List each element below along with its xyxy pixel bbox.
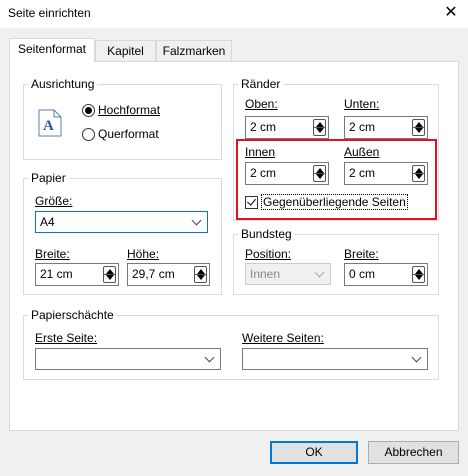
margin-bottom-value: 2 cm — [349, 120, 376, 134]
chevron-down-icon — [314, 267, 325, 278]
margin-bottom-label: Unten: — [344, 97, 380, 111]
margin-outer-label: Außen — [344, 145, 380, 159]
gutter-width-spinner[interactable]: 0 cm — [344, 263, 428, 286]
spin-arrows-icon[interactable] — [412, 165, 425, 182]
orientation-legend: Ausrichtung — [28, 77, 98, 91]
margin-inner-spinner[interactable]: 2 cm — [245, 162, 329, 185]
tab-falzmarken[interactable]: Falzmarken — [156, 40, 232, 62]
chevron-down-icon — [411, 352, 422, 363]
landscape-label[interactable]: Querformat — [98, 127, 159, 141]
margin-bottom-spinner[interactable]: 2 cm — [344, 116, 428, 139]
gutter-width-value: 0 cm — [349, 267, 376, 281]
orientation-portrait-icon: A — [38, 109, 62, 137]
portrait-radio[interactable] — [82, 104, 95, 117]
checkmark-icon — [247, 196, 256, 206]
landscape-radio[interactable] — [82, 128, 95, 141]
tab-seitenformat[interactable]: Seitenformat — [9, 38, 95, 62]
paper-size-label: Größe: — [35, 194, 73, 208]
paper-legend: Papier — [28, 171, 69, 185]
margin-inner-value: 2 cm — [250, 166, 277, 180]
gutter-legend: Bundsteg — [238, 227, 295, 241]
spin-arrows-icon[interactable] — [412, 266, 425, 283]
other-pages-tray-label: Weitere Seiten: — [242, 331, 324, 345]
paper-width-label: Breite: — [35, 247, 70, 261]
trays-legend: Papierschächte — [28, 308, 117, 322]
chevron-down-icon — [204, 352, 215, 363]
margin-inner-label: Innen — [245, 145, 276, 159]
margin-top-value: 2 cm — [250, 120, 277, 134]
margin-outer-spinner[interactable]: 2 cm — [344, 162, 428, 185]
gutter-position-label: Position: — [245, 247, 292, 261]
close-icon[interactable]: ✕ — [440, 3, 462, 23]
first-page-tray-label: Erste Seite: — [35, 331, 98, 345]
facing-pages-label[interactable]: Gegenüberliegende Seiten — [261, 194, 408, 210]
spin-arrows-icon[interactable] — [412, 119, 425, 136]
other-pages-tray-select[interactable] — [242, 348, 428, 370]
margin-outer-value: 2 cm — [349, 166, 376, 180]
margins-legend: Ränder — [238, 77, 284, 91]
svg-text:A: A — [43, 118, 54, 134]
paper-width-value: 21 cm — [40, 267, 73, 281]
paper-height-spinner[interactable]: 29,7 cm — [127, 263, 210, 286]
spin-arrows-icon[interactable] — [103, 266, 116, 283]
window-title: Seite einrichten — [8, 6, 91, 20]
margin-top-spinner[interactable]: 2 cm — [245, 116, 329, 139]
cancel-button[interactable]: Abbrechen — [368, 441, 459, 464]
margin-top-label: Oben: — [245, 97, 278, 111]
facing-pages-checkbox[interactable] — [245, 196, 258, 209]
chevron-down-icon — [191, 215, 202, 226]
paper-height-value: 29,7 cm — [132, 267, 175, 281]
portrait-label[interactable]: Hochformat — [98, 103, 160, 117]
spin-arrows-icon[interactable] — [313, 165, 326, 182]
spin-arrows-icon[interactable] — [194, 266, 207, 283]
tab-kapitel[interactable]: Kapitel — [95, 40, 156, 62]
gutter-position-select: Innen — [245, 263, 331, 285]
paper-size-select[interactable]: A4 — [35, 211, 208, 233]
spin-arrows-icon[interactable] — [313, 119, 326, 136]
paper-size-value: A4 — [40, 215, 55, 229]
first-page-tray-select[interactable] — [35, 348, 221, 370]
ok-button[interactable]: OK — [270, 441, 358, 464]
gutter-width-label: Breite: — [344, 247, 379, 261]
paper-width-spinner[interactable]: 21 cm — [35, 263, 119, 286]
paper-height-label: Höhe: — [127, 247, 160, 261]
gutter-position-value: Innen — [250, 267, 281, 281]
